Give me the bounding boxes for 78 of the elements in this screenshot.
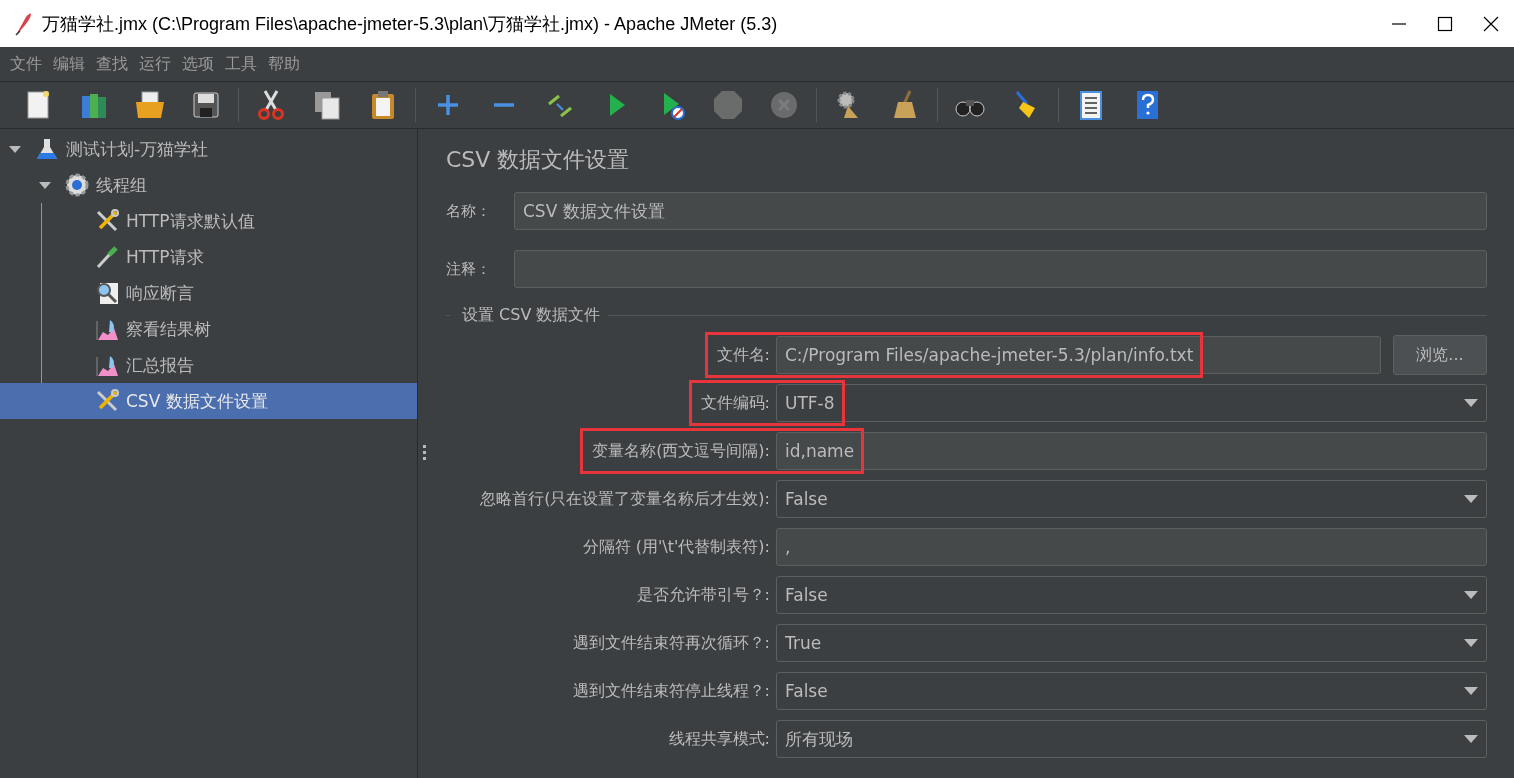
flask-icon [34,136,60,162]
panel-title: CSV 数据文件设置 [446,146,631,174]
field-label: 遇到文件结束符再次循环？: [571,632,771,654]
gear-icon [64,172,90,198]
tree-item[interactable]: CSV 数据文件设置 [0,383,417,419]
stop-sign-icon [714,91,742,119]
dropdown[interactable]: False [776,480,1487,518]
gear-broom-icon [837,91,858,118]
tree-item[interactable]: HTTP请求默认值 [0,203,417,239]
field-label: 分隔符 (用'\t'代替制表符): [581,536,771,558]
folder-icon [136,91,164,118]
scissors-icon [258,89,284,120]
menu-item[interactable]: 帮助 [264,53,307,75]
collapse-arrow-icon[interactable] [38,180,52,190]
help-icon [1137,91,1158,119]
minus-icon [494,103,514,107]
magnifier-icon [94,280,120,306]
plus-icon [436,93,460,117]
dropdown[interactable]: 所有现场 [776,720,1487,758]
dropdown[interactable]: False [776,672,1487,710]
dropdown[interactable]: UTF-8 [776,384,1487,422]
tree-item[interactable]: HTTP请求 [0,239,417,275]
play-icon [664,93,685,120]
comment-field[interactable] [514,250,1487,288]
copy-icon [315,92,340,120]
dropdown-arrow-icon[interactable] [1464,591,1478,599]
field-label: 是否允许带引号？: [635,584,771,606]
input-field[interactable]: id,name [776,432,1487,470]
close-icon [1483,15,1499,32]
input-field[interactable]: , [776,528,1487,566]
group-title: 设置 CSV 数据文件 [461,304,602,326]
minimize-icon [1391,22,1407,25]
tree-item[interactable]: 线程组 [0,167,417,203]
dropdown-arrow-icon[interactable] [1464,495,1478,503]
name-field[interactable]: CSV 数据文件设置 [514,192,1487,230]
splitter-handle[interactable] [422,444,426,463]
tree-item[interactable]: 汇总报告 [0,347,417,383]
menu-item[interactable]: 查找 [92,53,135,75]
clipboard-icon [372,91,394,119]
field-label: 遇到文件结束符停止线程？: [571,680,771,702]
broom-icon [894,90,916,118]
field-label: 变量名称(西文逗号间隔): [591,440,771,462]
field-label: 注释： [446,259,492,279]
tree-item[interactable]: 响应断言 [0,275,417,311]
binoculars-icon [955,100,985,117]
menu-item[interactable]: 编辑 [49,53,92,75]
cross-circle-icon [771,92,797,118]
field-label: 忽略首行(只在设置了变量名称后才生效): [479,488,771,510]
menu-item[interactable]: 运行 [135,53,178,75]
field-label: 文件编码: [699,392,771,414]
play-icon [610,94,625,116]
tree-item[interactable]: 测试计划-万猫学社 [0,131,417,167]
input-field[interactable]: C:/Program Files/apache-jmeter-5.3/plan/info.txt [776,336,1381,374]
dropdown[interactable]: True [776,624,1487,662]
pipette-icon [94,244,120,270]
dropdown-arrow-icon[interactable] [1464,639,1478,647]
tools-icon [94,388,120,414]
list-icon [1080,91,1102,120]
tree-item[interactable]: 察看结果树 [0,311,417,347]
window-title: 万猫学社.jmx (C:\Program Files\apache-jmeter-5.3\plan\万猫学社.jmx) - Apache JMeter (5.3) [42,12,779,36]
dropdown-arrow-icon[interactable] [1464,735,1478,743]
collapse-arrow-icon[interactable] [8,144,22,154]
document-icon [27,91,49,119]
field-label: 文件名: [715,344,771,366]
field-label: 名称： [446,201,492,221]
dropdown-arrow-icon[interactable] [1464,399,1478,407]
menu-item[interactable]: 工具 [221,53,264,75]
tools-icon [94,208,120,234]
field-label: 线程共享模式: [667,728,771,750]
broom-icon [1015,91,1035,118]
books-icon [82,94,106,118]
maximize-icon [1437,15,1453,32]
menu-item[interactable]: 文件 [6,53,49,75]
menu-item[interactable]: 选项 [178,53,221,75]
browse-button[interactable]: 浏览... [1393,335,1487,375]
dropdown-arrow-icon[interactable] [1464,687,1478,695]
pencils-icon [548,94,572,118]
dropdown[interactable]: False [776,576,1487,614]
